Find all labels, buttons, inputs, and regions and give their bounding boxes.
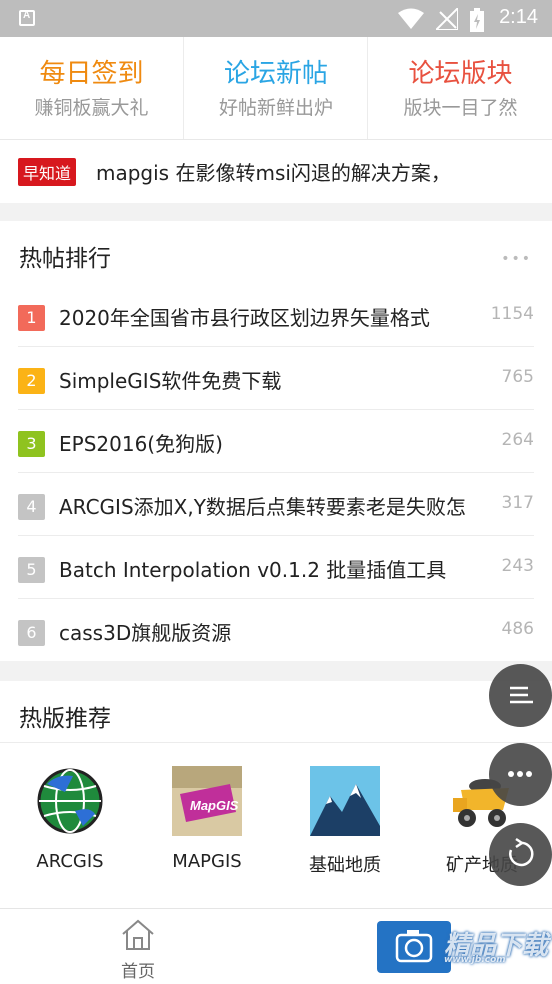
- board-arcgis[interactable]: ARCGIS: [0, 766, 140, 872]
- svg-text:MapGIS: MapGIS: [190, 798, 239, 813]
- hot-post-row[interactable]: 6 cass3D旗舰版资源 486: [0, 600, 552, 662]
- board-label: MAPGIS: [172, 851, 242, 872]
- mountain-icon: [310, 766, 380, 836]
- post-count: 264: [501, 430, 534, 450]
- hot-post-row[interactable]: 2 SimpleGIS软件免费下载 765: [0, 348, 552, 410]
- refresh-fab[interactable]: [489, 823, 552, 886]
- daily-checkin-subtitle: 赚铜板赢大礼: [34, 97, 149, 119]
- refresh-icon: [509, 837, 534, 867]
- rank-badge: 5: [18, 557, 45, 583]
- divider: [18, 409, 534, 410]
- post-count: 486: [501, 619, 534, 639]
- rank-badge: 4: [18, 494, 45, 520]
- post-count: 317: [501, 493, 534, 513]
- menu-fab[interactable]: [489, 664, 552, 727]
- home-tab[interactable]: 首页: [118, 919, 158, 982]
- hot-post-row[interactable]: 1 2020年全国省市县行政区划边界矢量格式 1154: [0, 285, 552, 347]
- hot-posts-section: 热帖排行 ••• 1 2020年全国省市县行政区划边界矢量格式 1154 2 S…: [0, 221, 552, 661]
- globe-icon: [37, 768, 103, 834]
- board-mapgis[interactable]: MapGIS MAPGIS: [137, 766, 277, 872]
- hot-boards-header: 热版推荐: [19, 706, 111, 732]
- forum-sections-button[interactable]: 论坛版块 版块一目了然: [367, 37, 552, 139]
- home-tab-label: 首页: [121, 962, 155, 982]
- daily-checkin-button[interactable]: 每日签到 赚铜板赢大礼: [0, 37, 183, 139]
- more-options-fab[interactable]: [489, 743, 552, 806]
- hot-post-row[interactable]: 3 EPS2016(免狗版) 264: [0, 411, 552, 473]
- new-posts-button[interactable]: 论坛新帖 好帖新鲜出炉: [183, 37, 368, 139]
- post-title: 2020年全国省市县行政区划边界矢量格式: [59, 306, 430, 330]
- home-icon: [122, 919, 154, 950]
- camera-icon: [395, 930, 433, 963]
- more-icon[interactable]: •••: [501, 251, 532, 267]
- mapgis-logo-icon: MapGIS: [172, 766, 242, 836]
- forum-sections-subtitle: 版块一目了然: [403, 97, 518, 119]
- post-count: 1154: [490, 304, 534, 324]
- divider: [0, 742, 552, 743]
- news-headline[interactable]: mapgis 在影像转msi闪退的解决方案，: [96, 157, 451, 186]
- menu-icon: [510, 686, 533, 704]
- post-title: EPS2016(免狗版): [59, 432, 223, 456]
- quick-nav: 每日签到 赚铜板赢大礼 论坛新帖 好帖新鲜出炉 论坛版块 版块一目了然: [0, 37, 552, 140]
- rank-badge: 1: [18, 305, 45, 331]
- post-title: cass3D旗舰版资源: [59, 621, 232, 645]
- divider: [18, 346, 534, 347]
- watermark-url: www.jb.com: [444, 955, 506, 965]
- hot-posts-header: 热帖排行: [19, 246, 111, 272]
- hot-post-row[interactable]: 4 ARCGIS添加X,Y数据后点集转要素老是失败怎 317: [0, 474, 552, 536]
- news-ticker[interactable]: 早知道 mapgis 在影像转msi闪退的解决方案，: [0, 140, 552, 203]
- board-label: ARCGIS: [36, 851, 104, 872]
- no-signal-icon: [436, 8, 458, 30]
- divider: [18, 535, 534, 536]
- battery-charging-icon: [470, 8, 484, 32]
- hot-boards-section: 热版推荐 ARCGIS MapGIS MAPGIS 基础地质 矿产地质: [0, 681, 552, 931]
- post-count: 765: [501, 367, 534, 387]
- post-title: SimpleGIS软件免费下载: [59, 369, 282, 393]
- post-count: 243: [501, 556, 534, 576]
- ellipsis-icon: [508, 771, 532, 777]
- wifi-icon: [398, 8, 424, 29]
- divider: [18, 598, 534, 599]
- status-bar: 2:14: [0, 0, 552, 37]
- clock: 2:14: [499, 6, 538, 28]
- rank-badge: 2: [18, 368, 45, 394]
- watermark-logo: 精品下载 www.jb.com: [444, 925, 548, 965]
- board-label: 基础地质: [309, 855, 381, 876]
- forum-sections-title: 论坛版块: [408, 59, 513, 89]
- board-basic-geology[interactable]: 基础地质: [275, 766, 415, 877]
- news-badge: 早知道: [18, 158, 77, 186]
- new-posts-subtitle: 好帖新鲜出炉: [218, 97, 333, 119]
- rank-badge: 3: [18, 431, 45, 457]
- hot-post-row[interactable]: 5 Batch Interpolation v0.1.2 批量插值工具 243: [0, 537, 552, 599]
- post-title: ARCGIS添加X,Y数据后点集转要素老是失败怎: [59, 495, 466, 519]
- notification-app-icon: [19, 10, 35, 26]
- rank-badge: 6: [18, 620, 45, 646]
- new-posts-title: 论坛新帖: [223, 59, 328, 89]
- camera-button[interactable]: [377, 921, 451, 973]
- post-title: Batch Interpolation v0.1.2 批量插值工具: [59, 558, 447, 582]
- daily-checkin-title: 每日签到: [39, 59, 144, 89]
- divider: [18, 472, 534, 473]
